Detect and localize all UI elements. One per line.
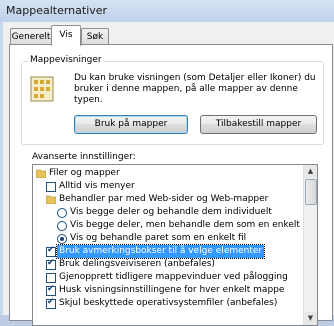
checkmark-icon: ✔ — [47, 245, 55, 255]
tab-general[interactable]: Generelt — [10, 28, 52, 45]
window-title: Mappealternativer — [6, 4, 108, 17]
checkbox[interactable]: ✔ — [46, 297, 56, 309]
list-item-label: Alltid vis menyer — [59, 181, 135, 191]
checkbox[interactable]: ✔ — [46, 258, 56, 270]
checkmark-icon: ✔ — [47, 297, 55, 307]
checkbox[interactable]: ✔ — [46, 245, 56, 257]
scroll-down-arrow-icon[interactable]: ▼ — [304, 312, 317, 325]
scroll-up-arrow-icon[interactable]: ▲ — [304, 165, 317, 178]
list-item-label: Filer og mapper — [49, 168, 120, 178]
tab-search[interactable]: Søk — [81, 28, 109, 45]
radio-button[interactable] — [57, 208, 67, 218]
list-item-label: Husk visningsinnstillingene for hver enk… — [59, 285, 285, 295]
folder-views-icon — [30, 76, 54, 102]
list-item-label: Gjenopprett tidligere mappevinduer ved p… — [59, 272, 288, 282]
list-item-label: Bruk delingsveiviseren (anbefales) — [59, 259, 215, 269]
vertical-scrollbar[interactable]: ▲ ▼ — [303, 165, 317, 325]
list-item-label: Vis begge deler, men behandle dem som en… — [70, 220, 311, 230]
folder-icon — [36, 169, 46, 178]
advanced-settings-list[interactable]: Filer og mapper Alltid vis menyer Behand… — [32, 164, 318, 326]
checkbox[interactable]: ✔ — [46, 284, 56, 296]
list-item-label: Skjul beskyttede operativsystemfiler (an… — [59, 298, 278, 308]
scrollbar-thumb[interactable] — [305, 179, 317, 205]
folder-views-description: Du kan bruke visningen (som Detaljer ell… — [74, 73, 316, 105]
apply-to-folders-button[interactable]: Bruk på mapper — [74, 115, 188, 134]
list-item-label: Vis og behandle paret som en enkelt fil — [70, 233, 247, 243]
folder-icon — [46, 195, 56, 204]
reset-folders-button[interactable]: Tilbakestill mapper — [200, 115, 317, 134]
advanced-settings-label: Avanserte innstillinger: — [32, 152, 136, 162]
radio-selected-dot — [60, 237, 64, 241]
view-tab-pane: Mappevisninger Du kan bruke visningen (s… — [9, 44, 333, 326]
checkbox[interactable] — [46, 182, 56, 192]
folder-options-window: Mappealternativer Generelt Vis Søk Mappe… — [0, 0, 334, 326]
title-bar[interactable]: Mappealternativer — [0, 0, 334, 22]
dialog-client: Generelt Vis Søk Mappevisninger Du kan b… — [3, 22, 334, 326]
list-item-label: Behandler par med Web-sider og Web-mappe… — [59, 194, 269, 204]
radio-button[interactable] — [57, 221, 67, 231]
checkbox[interactable] — [46, 273, 56, 283]
folder-views-title: Mappevisninger — [28, 55, 104, 65]
folder-views-group: Mappevisninger Du kan bruke visningen (s… — [21, 55, 324, 145]
list-item-label: Bruk avmerkingsbokser til å velge elemen… — [55, 244, 266, 259]
list-item-label: Vis begge deler og behandle dem individu… — [70, 207, 272, 217]
checkmark-icon: ✔ — [47, 258, 55, 268]
tab-view[interactable]: Vis — [51, 25, 81, 46]
radio-button[interactable] — [57, 234, 67, 244]
checkmark-icon: ✔ — [47, 284, 55, 294]
